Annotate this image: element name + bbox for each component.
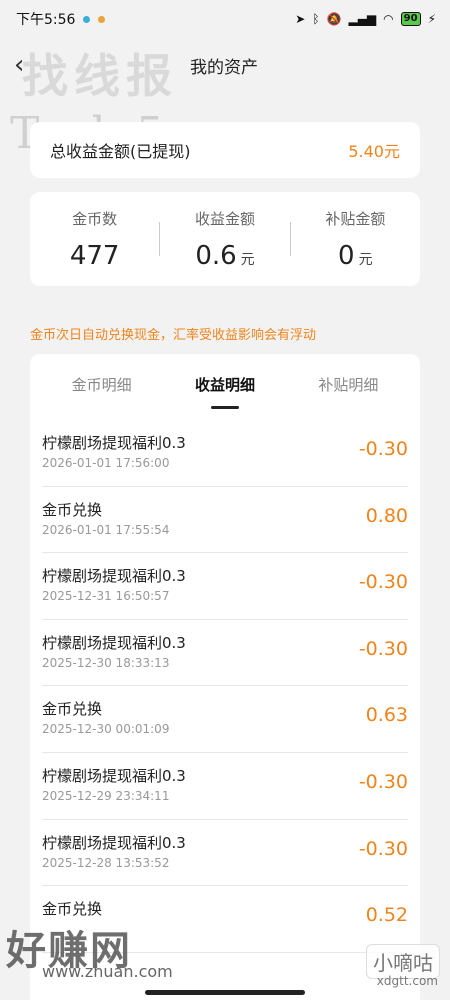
notification-icon (83, 15, 91, 23)
record-title: 柠檬剧场提现福利0.3 (42, 567, 186, 586)
stats-card: 金币数 477 收益金额 0.6 元 补贴金额 0元 (30, 192, 420, 286)
record-title: 柠檬剧场提现福利0.3 (42, 633, 186, 652)
mute-icon: 🔕 (326, 12, 342, 26)
record-time: 2026-01-01 17:56:00 (42, 456, 170, 470)
record-amount: -0.30 (358, 438, 408, 460)
record-amount: 0.80 (365, 504, 408, 527)
record-time: 2025-12-30 00:01:09 (42, 722, 170, 737)
record-title: 金币兑换 (42, 900, 103, 919)
record-title: 柠檬剧场提现福利0.3 (42, 766, 186, 785)
record-time: 2025-12-30 18:33:13 (42, 655, 170, 670)
total-earnings-label: 总收益金额(已提现) (50, 142, 191, 161)
wifi-icon: ◠ (383, 12, 394, 26)
charging-icon: ⚡ (427, 12, 436, 26)
record-amount: 0.63 (365, 704, 408, 727)
records-list: 柠檬剧场提现福利0.3 2026-01-01 17:56:00 -0.30 金币兑换 2… (30, 420, 420, 953)
status-bar: 下午5:56 ➤ ᛒ 🔕 ▂▄▆ ◠ 90 ⚡ (0, 0, 450, 38)
stat-value: 477 (69, 240, 120, 271)
stat-earnings: 收益金额 0.6 元 (160, 208, 289, 271)
tab-coin-details[interactable]: 金币明细 (72, 374, 132, 401)
battery-icon: 90 (400, 12, 421, 26)
home-indicator[interactable] (145, 990, 305, 995)
record-time: 2025-12-28 13:53:52 (42, 855, 170, 870)
record-time: 2026-01-01 17:55:54 (42, 522, 170, 537)
tab-bar: 金币明细 收益明细 补贴明细 (30, 354, 420, 420)
status-right: ➤ ᛒ 🔕 ▂▄▆ ◠ 90 ⚡ (295, 12, 436, 26)
record-row[interactable]: 柠檬剧场提现福利0.3 2025-12-29 23:34:11 -0.30 (42, 753, 408, 820)
page-title: 我的资产 (190, 58, 258, 78)
record-title: 金币兑换 (42, 700, 103, 719)
app-notification-icon (98, 15, 106, 23)
record-amount: -0.30 (358, 770, 408, 793)
stat-label: 金币数 (72, 209, 118, 228)
watermark-bottom-right-url: xdgtt.com (376, 974, 438, 988)
signal-icon: ▂▄▆ (348, 12, 377, 26)
record-amount: -0.30 (358, 837, 408, 860)
bluetooth-icon: ᛒ (312, 12, 320, 26)
stat-value: 0.6 (195, 240, 237, 271)
exchange-notice: 金币次日自动兑换现金，汇率受收益影响会有浮动 (30, 328, 317, 343)
tab-subsidy-details[interactable]: 补贴明细 (318, 374, 378, 401)
location-icon: ➤ (295, 12, 306, 26)
clock: 下午5:56 (16, 12, 76, 28)
watermark-bottom-url: www.zhuan.com (42, 962, 173, 981)
stat-label: 收益金额 (194, 209, 255, 228)
record-row[interactable]: 柠檬剧场提现福利0.3 2025-12-31 16:50:57 -0.30 (42, 553, 408, 620)
status-left: 下午5:56 (16, 9, 106, 29)
record-row[interactable]: 柠檬剧场提现福利0.3 2025-12-28 13:53:52 -0.30 (42, 820, 408, 887)
record-amount: 0.52 (365, 904, 408, 927)
record-title: 金币兑换 (42, 500, 103, 519)
stat-label: 补贴金额 (325, 209, 386, 228)
record-amount: -0.30 (358, 637, 408, 660)
record-title: 柠檬剧场提现福利0.3 (42, 434, 186, 452)
stat-value: 0 (338, 240, 355, 271)
record-title: 柠檬剧场提现福利0.3 (42, 833, 186, 852)
tab-earnings-details[interactable]: 收益明细 (195, 374, 255, 409)
stat-subsidy: 补贴金额 0元 (291, 208, 420, 271)
record-time: 2025-12-31 16:50:57 (42, 589, 170, 604)
total-earnings-value: 5.40元 (348, 142, 400, 161)
details-card: 金币明细 收益明细 补贴明细 柠檬剧场提现福利0.3 2026-01-01 17:… (30, 354, 420, 1000)
record-row[interactable]: 柠檬剧场提现福利0.3 2025-12-30 18:33:13 -0.30 (42, 620, 408, 687)
stat-unit: 元 (240, 251, 255, 268)
record-row[interactable]: 金币兑换 2026-01-01 17:55:54 0.80 (42, 487, 408, 554)
stat-coins: 金币数 477 (30, 208, 159, 271)
watermark-top: 找线报 (22, 49, 178, 103)
stat-unit: 元 (358, 251, 373, 268)
record-time: 2025-12-29 23:34:11 (42, 788, 170, 803)
record-row[interactable]: 金币兑换 2025-12-30 00:01:09 0.63 (42, 686, 408, 753)
record-row[interactable]: 柠檬剧场提现福利0.3 2026-01-01 17:56:00 -0.30 (42, 420, 408, 487)
record-amount: -0.30 (358, 571, 408, 594)
total-earnings-card: 总收益金额(已提现) 5.40元 (30, 122, 420, 178)
